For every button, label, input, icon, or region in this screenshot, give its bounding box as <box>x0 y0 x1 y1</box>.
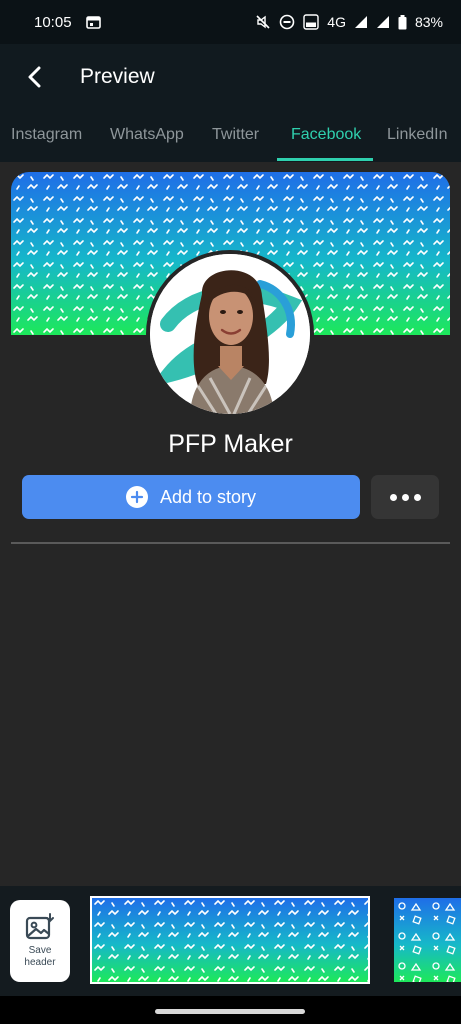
save-header-label-1: Save <box>28 945 52 956</box>
active-tab-indicator <box>277 158 373 161</box>
battery-icon <box>398 14 407 30</box>
profile-name: PFP Maker <box>168 430 293 458</box>
add-to-story-button[interactable]: Add to story <box>22 475 360 519</box>
status-time: 10:05 <box>34 13 72 31</box>
battery-percent: 83% <box>414 14 443 30</box>
facebook-preview: PFP Maker Add to story <box>0 162 461 886</box>
page-title: Preview <box>80 65 155 88</box>
header-picker: Save header <box>0 886 461 996</box>
header-option-selected[interactable] <box>90 896 370 984</box>
divider <box>11 542 450 544</box>
add-to-story-label: Add to story <box>159 486 257 507</box>
tab-whatsapp[interactable]: WhatsApp <box>110 126 184 144</box>
tab-facebook[interactable]: Facebook <box>291 126 361 144</box>
signal-icon-2 <box>376 15 390 29</box>
home-gesture-handle[interactable] <box>155 1009 305 1014</box>
platform-tabs: Instagram WhatsApp Twitter Facebook Link… <box>0 110 461 162</box>
signal-icon <box>354 15 368 29</box>
network-type: 4G <box>327 14 346 30</box>
save-header-button[interactable]: Save header <box>10 900 70 982</box>
tab-instagram[interactable]: Instagram <box>11 126 82 144</box>
mute-icon <box>255 14 271 30</box>
back-button[interactable] <box>8 50 62 104</box>
header-option[interactable] <box>394 898 461 982</box>
save-image-icon <box>25 913 54 940</box>
back-arrow-icon <box>28 66 41 88</box>
calendar-icon <box>85 15 101 29</box>
tab-linkedin[interactable]: LinkedIn <box>387 126 448 144</box>
save-header-label-2: header <box>24 957 56 968</box>
app-bar: Preview <box>0 44 461 110</box>
do-not-disturb-icon <box>279 14 295 30</box>
profile-picture <box>146 250 314 418</box>
more-options-button[interactable] <box>371 475 439 519</box>
navigation-bar <box>0 996 461 1024</box>
avatar <box>150 254 310 414</box>
status-bar: 10:05 4G 83% <box>0 0 461 44</box>
plus-circle-icon <box>125 486 148 508</box>
tab-twitter[interactable]: Twitter <box>212 126 259 144</box>
more-horizontal-icon <box>389 493 421 501</box>
volte-icon <box>303 14 319 30</box>
